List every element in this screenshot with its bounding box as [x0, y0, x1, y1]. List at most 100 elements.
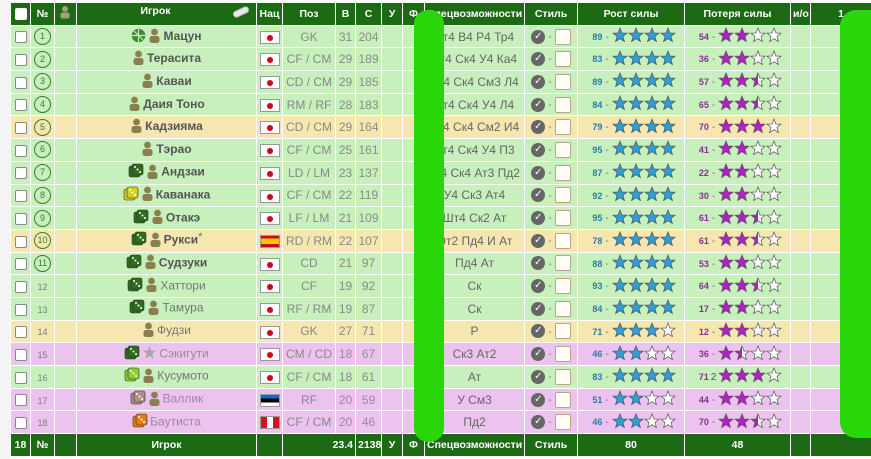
- style-pizza-icon[interactable]: [554, 51, 571, 68]
- style-pizza-icon[interactable]: [554, 28, 571, 45]
- row-checkbox[interactable]: [14, 167, 27, 180]
- row-select-cell[interactable]: [10, 24, 31, 49]
- row-select-cell[interactable]: [10, 342, 31, 366]
- row-select-cell[interactable]: [10, 70, 31, 94]
- row-select-cell[interactable]: [10, 206, 31, 230]
- row-checkbox[interactable]: [14, 144, 27, 157]
- player-name[interactable]: Кaванака: [156, 188, 211, 202]
- header-strength[interactable]: С: [355, 2, 382, 26]
- style-pizza-icon[interactable]: [554, 300, 571, 317]
- row-checkbox[interactable]: [14, 417, 27, 430]
- row-select-cell[interactable]: [10, 183, 31, 208]
- select-all-checkbox[interactable]: [14, 7, 27, 20]
- player-cell[interactable]: Тэрао: [76, 138, 257, 162]
- player-name[interactable]: Даия Тоно: [143, 97, 204, 111]
- style-pizza-icon[interactable]: [554, 278, 571, 295]
- row-checkbox[interactable]: [14, 122, 27, 135]
- row-select-cell[interactable]: [10, 47, 31, 72]
- style-pizza-icon[interactable]: [554, 232, 571, 249]
- header-loss[interactable]: Потеря силы: [684, 2, 791, 26]
- player-name[interactable]: Терасита: [147, 51, 201, 65]
- row-select-cell[interactable]: [10, 410, 31, 435]
- style-pizza-icon[interactable]: [554, 368, 571, 385]
- row-select-cell[interactable]: [10, 115, 31, 140]
- row-select-cell[interactable]: [10, 365, 31, 389]
- player-name[interactable]: Тамура: [162, 301, 203, 315]
- style-pizza-icon[interactable]: [554, 141, 571, 158]
- player-name[interactable]: Рукси: [164, 233, 199, 247]
- row-checkbox[interactable]: [14, 31, 27, 44]
- row-checkbox[interactable]: [14, 76, 27, 89]
- player-name[interactable]: Андзаи: [161, 165, 205, 179]
- row-select-cell[interactable]: [10, 160, 31, 185]
- row-checkbox[interactable]: [14, 280, 27, 293]
- player-cell[interactable]: Каваи: [76, 70, 257, 94]
- row-checkbox[interactable]: [14, 326, 27, 339]
- player-name[interactable]: Кусумото: [157, 369, 208, 383]
- player-cell[interactable]: Терасита: [76, 47, 257, 72]
- header-u[interactable]: У: [381, 2, 403, 26]
- player-name[interactable]: Валлик: [163, 392, 204, 406]
- player-cell[interactable]: Фудзи: [76, 319, 257, 344]
- style-pizza-icon[interactable]: [554, 255, 571, 272]
- style-pizza-icon[interactable]: [554, 323, 571, 340]
- style-pizza-icon[interactable]: [554, 414, 571, 431]
- player-cell[interactable]: Кусумото: [76, 365, 257, 389]
- row-select-cell[interactable]: [10, 274, 31, 298]
- row-checkbox[interactable]: [14, 348, 27, 361]
- player-name[interactable]: Хаттори: [160, 278, 205, 292]
- header-age[interactable]: В: [335, 2, 356, 26]
- player-cell[interactable]: Мацун: [76, 24, 257, 49]
- player-cell[interactable]: Отакэ: [76, 206, 257, 230]
- player-name[interactable]: Отакэ: [166, 210, 200, 224]
- header-pos[interactable]: Поз: [282, 2, 336, 26]
- row-checkbox[interactable]: [14, 303, 27, 316]
- row-checkbox[interactable]: [14, 371, 27, 384]
- row-checkbox[interactable]: [14, 190, 27, 203]
- player-cell[interactable]: Судзуки: [76, 251, 257, 276]
- style-pizza-icon[interactable]: [554, 187, 571, 204]
- select-all-cell[interactable]: [10, 2, 31, 26]
- row-select-cell[interactable]: [10, 251, 31, 276]
- header-player[interactable]: Игрок: [76, 2, 257, 26]
- row-checkbox[interactable]: [14, 235, 27, 248]
- header-style[interactable]: Стиль: [524, 2, 578, 26]
- row-select-cell[interactable]: [10, 319, 31, 344]
- row-checkbox[interactable]: [14, 394, 27, 407]
- player-name[interactable]: Каваи: [156, 74, 191, 88]
- header-person-col[interactable]: [54, 2, 77, 26]
- player-cell[interactable]: Кадзияма: [76, 115, 257, 140]
- player-cell[interactable]: Даия Тоно: [76, 92, 257, 117]
- header-nat[interactable]: Нац: [256, 2, 283, 26]
- style-pizza-icon[interactable]: [554, 164, 571, 181]
- player-cell[interactable]: Баутиста: [76, 410, 257, 435]
- player-cell[interactable]: Кaванака: [76, 183, 257, 208]
- style-pizza-icon[interactable]: [554, 73, 571, 90]
- row-select-cell[interactable]: [10, 228, 31, 253]
- player-cell[interactable]: Хаттори: [76, 274, 257, 298]
- player-name[interactable]: Сэкигути: [159, 346, 208, 360]
- header-io[interactable]: и/о: [790, 2, 811, 26]
- row-select-cell[interactable]: [10, 296, 31, 321]
- style-pizza-icon[interactable]: [554, 210, 571, 227]
- style-pizza-icon[interactable]: [554, 96, 571, 113]
- player-cell[interactable]: Валлик: [76, 387, 257, 412]
- style-pizza-icon[interactable]: [554, 119, 571, 136]
- player-name[interactable]: Мацун: [163, 29, 201, 43]
- row-checkbox[interactable]: [14, 99, 27, 112]
- player-cell[interactable]: Тамура: [76, 296, 257, 321]
- player-name[interactable]: Фудзи: [157, 324, 191, 338]
- row-checkbox[interactable]: [14, 258, 27, 271]
- header-growth[interactable]: Рост силы: [577, 2, 685, 26]
- player-cell[interactable]: Андзаи: [76, 160, 257, 185]
- row-select-cell[interactable]: [10, 92, 31, 117]
- player-cell[interactable]: Рукси*: [76, 228, 257, 253]
- style-pizza-icon[interactable]: [554, 346, 571, 363]
- player-name[interactable]: Тэрао: [156, 142, 191, 156]
- row-select-cell[interactable]: [10, 387, 31, 412]
- player-name[interactable]: Кадзияма: [145, 119, 203, 133]
- header-num[interactable]: №: [30, 2, 55, 26]
- player-name[interactable]: Судзуки: [159, 256, 208, 270]
- row-checkbox[interactable]: [14, 212, 27, 225]
- player-cell[interactable]: Сэкигути: [76, 342, 257, 366]
